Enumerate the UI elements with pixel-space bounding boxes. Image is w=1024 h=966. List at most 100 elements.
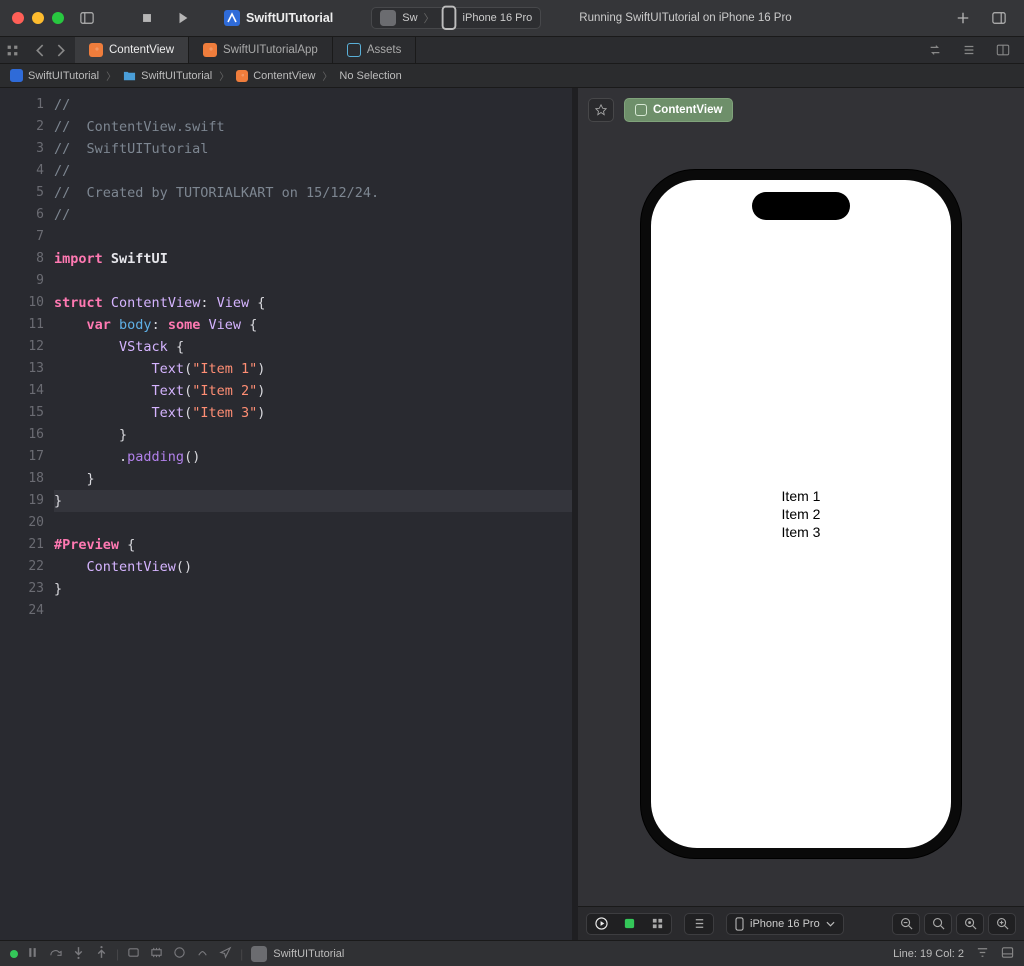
crumb-folder[interactable]: SwiftUITutorial bbox=[121, 69, 214, 82]
tab-label: ContentView bbox=[109, 44, 174, 56]
filter-button[interactable] bbox=[976, 946, 989, 962]
cursor-position: Line: 19 Col: 2 bbox=[893, 948, 964, 960]
crumb-project[interactable]: SwiftUITutorial bbox=[8, 69, 101, 82]
preview-canvas[interactable]: Item 1Item 2Item 3 bbox=[578, 122, 1024, 906]
preview-selector[interactable]: ContentView bbox=[624, 98, 733, 122]
chevron-right-icon: 〉 bbox=[105, 68, 117, 83]
assets-icon bbox=[347, 43, 361, 57]
app-icon bbox=[251, 946, 267, 962]
debug-network-button[interactable] bbox=[196, 946, 209, 962]
swift-file-icon bbox=[203, 43, 217, 57]
preview-text-item: Item 2 bbox=[782, 505, 821, 523]
sidebar-right-icon bbox=[992, 11, 1006, 25]
titlebar: SwiftUITutorial Sw 〉 iPhone 16 Pro Runni… bbox=[0, 0, 1024, 36]
window-controls bbox=[12, 12, 64, 24]
device-settings-button[interactable] bbox=[685, 913, 713, 935]
build-status: Running SwiftUITutorial on iPhone 16 Pro bbox=[579, 12, 791, 24]
debug-view-hierarchy-button[interactable] bbox=[127, 946, 140, 962]
pin-preview-button[interactable] bbox=[588, 98, 614, 122]
arrows-swap-icon bbox=[928, 43, 942, 57]
preview-text-item: Item 3 bbox=[782, 523, 821, 541]
selectable-preview-button[interactable] bbox=[615, 913, 643, 935]
grid-icon bbox=[6, 44, 19, 57]
project-name: SwiftUITutorial bbox=[224, 10, 333, 26]
chevron-down-icon bbox=[826, 921, 835, 927]
preview-device-label: iPhone 16 Pro bbox=[750, 918, 820, 930]
tab-app[interactable]: SwiftUITutorialApp bbox=[189, 37, 333, 63]
breadcrumb[interactable]: SwiftUITutorial 〉 SwiftUITutorial 〉 Cont… bbox=[0, 64, 1024, 88]
debug-environment-button[interactable] bbox=[173, 946, 186, 962]
adjust-editor-options-button[interactable] bbox=[956, 37, 982, 63]
preview-text-item: Item 1 bbox=[782, 487, 821, 505]
nav-forward-button[interactable] bbox=[51, 37, 69, 63]
line-gutter: 123456789101112131415161718192021222324 bbox=[0, 88, 54, 940]
zoom-100-icon bbox=[932, 917, 945, 930]
step-out-button[interactable] bbox=[95, 946, 108, 962]
pause-button[interactable] bbox=[26, 946, 39, 962]
preview-pane: ContentView Item 1Item 2Item 3 bbox=[578, 88, 1024, 940]
tab-contentview[interactable]: ContentView bbox=[75, 37, 189, 63]
zoom-window-button[interactable] bbox=[52, 12, 64, 24]
device-bezel: Item 1Item 2Item 3 bbox=[641, 170, 961, 858]
play-circle-icon bbox=[595, 917, 608, 930]
zoom-out-icon bbox=[900, 917, 913, 930]
tab-label: Assets bbox=[367, 44, 402, 56]
live-preview-button[interactable] bbox=[587, 913, 615, 935]
panel-bottom-icon bbox=[1001, 946, 1014, 959]
split-editor-button[interactable] bbox=[990, 37, 1016, 63]
debug-target[interactable]: SwiftUITutorial bbox=[251, 946, 344, 962]
swift-file-icon bbox=[89, 43, 103, 57]
main-split: 123456789101112131415161718192021222324 … bbox=[0, 88, 1024, 940]
preview-toolbar: iPhone 16 Pro bbox=[578, 906, 1024, 940]
device-icon bbox=[735, 917, 744, 931]
crumb-file[interactable]: ContentView bbox=[234, 70, 317, 82]
zoom-fit-button[interactable] bbox=[956, 913, 984, 935]
code-area[interactable]: //// ContentView.swift// SwiftUITutorial… bbox=[54, 88, 572, 940]
debug-location-button[interactable] bbox=[219, 946, 232, 962]
toggle-sync-editor-button[interactable] bbox=[922, 37, 948, 63]
stop-button[interactable] bbox=[134, 5, 160, 31]
zoom-in-button[interactable] bbox=[988, 913, 1016, 935]
zoom-out-button[interactable] bbox=[892, 913, 920, 935]
debug-memory-button[interactable] bbox=[150, 946, 163, 962]
sliders-icon bbox=[693, 917, 706, 930]
step-over-button[interactable] bbox=[49, 946, 62, 962]
zoom-actual-button[interactable] bbox=[924, 913, 952, 935]
variants-button[interactable] bbox=[643, 913, 671, 935]
step-into-button[interactable] bbox=[72, 946, 85, 962]
toggle-inspectors-button[interactable] bbox=[986, 5, 1012, 31]
xcode-project-icon bbox=[10, 69, 23, 82]
tab-assets[interactable]: Assets bbox=[333, 37, 417, 63]
grid-icon bbox=[651, 917, 664, 930]
tab-overview-button[interactable] bbox=[0, 37, 25, 63]
dynamic-island bbox=[752, 192, 850, 220]
stop-icon bbox=[140, 11, 154, 25]
folder-icon bbox=[123, 69, 136, 82]
source-editor[interactable]: 123456789101112131415161718192021222324 … bbox=[0, 88, 572, 940]
crumb-selection[interactable]: No Selection bbox=[337, 70, 403, 82]
toggle-navigator-button[interactable] bbox=[74, 5, 100, 31]
preview-content: Item 1Item 2Item 3 bbox=[782, 487, 821, 541]
device-icon bbox=[441, 10, 457, 26]
scheme-selector[interactable]: Sw 〉 iPhone 16 Pro bbox=[371, 7, 541, 29]
cursor-rect-icon bbox=[623, 917, 636, 930]
nav-back-button[interactable] bbox=[31, 37, 49, 63]
lines-icon bbox=[962, 43, 976, 57]
pin-icon bbox=[595, 104, 607, 116]
minimize-window-button[interactable] bbox=[32, 12, 44, 24]
close-window-button[interactable] bbox=[12, 12, 24, 24]
preview-device-selector[interactable]: iPhone 16 Pro bbox=[726, 913, 844, 935]
chevron-right-icon bbox=[54, 44, 67, 57]
run-button[interactable] bbox=[170, 5, 196, 31]
tab-label: SwiftUITutorialApp bbox=[223, 44, 318, 56]
app-icon bbox=[380, 10, 396, 26]
debug-bar: | | SwiftUITutorial Line: 19 Col: 2 bbox=[0, 940, 1024, 966]
play-icon bbox=[176, 11, 190, 25]
run-status-dot bbox=[10, 950, 18, 958]
toggle-debug-area-button[interactable] bbox=[1001, 946, 1014, 962]
preview-label: ContentView bbox=[653, 104, 722, 116]
zoom-fit-icon bbox=[964, 917, 977, 930]
chevron-left-icon bbox=[34, 44, 47, 57]
swift-file-icon bbox=[236, 70, 248, 82]
add-button[interactable] bbox=[950, 5, 976, 31]
